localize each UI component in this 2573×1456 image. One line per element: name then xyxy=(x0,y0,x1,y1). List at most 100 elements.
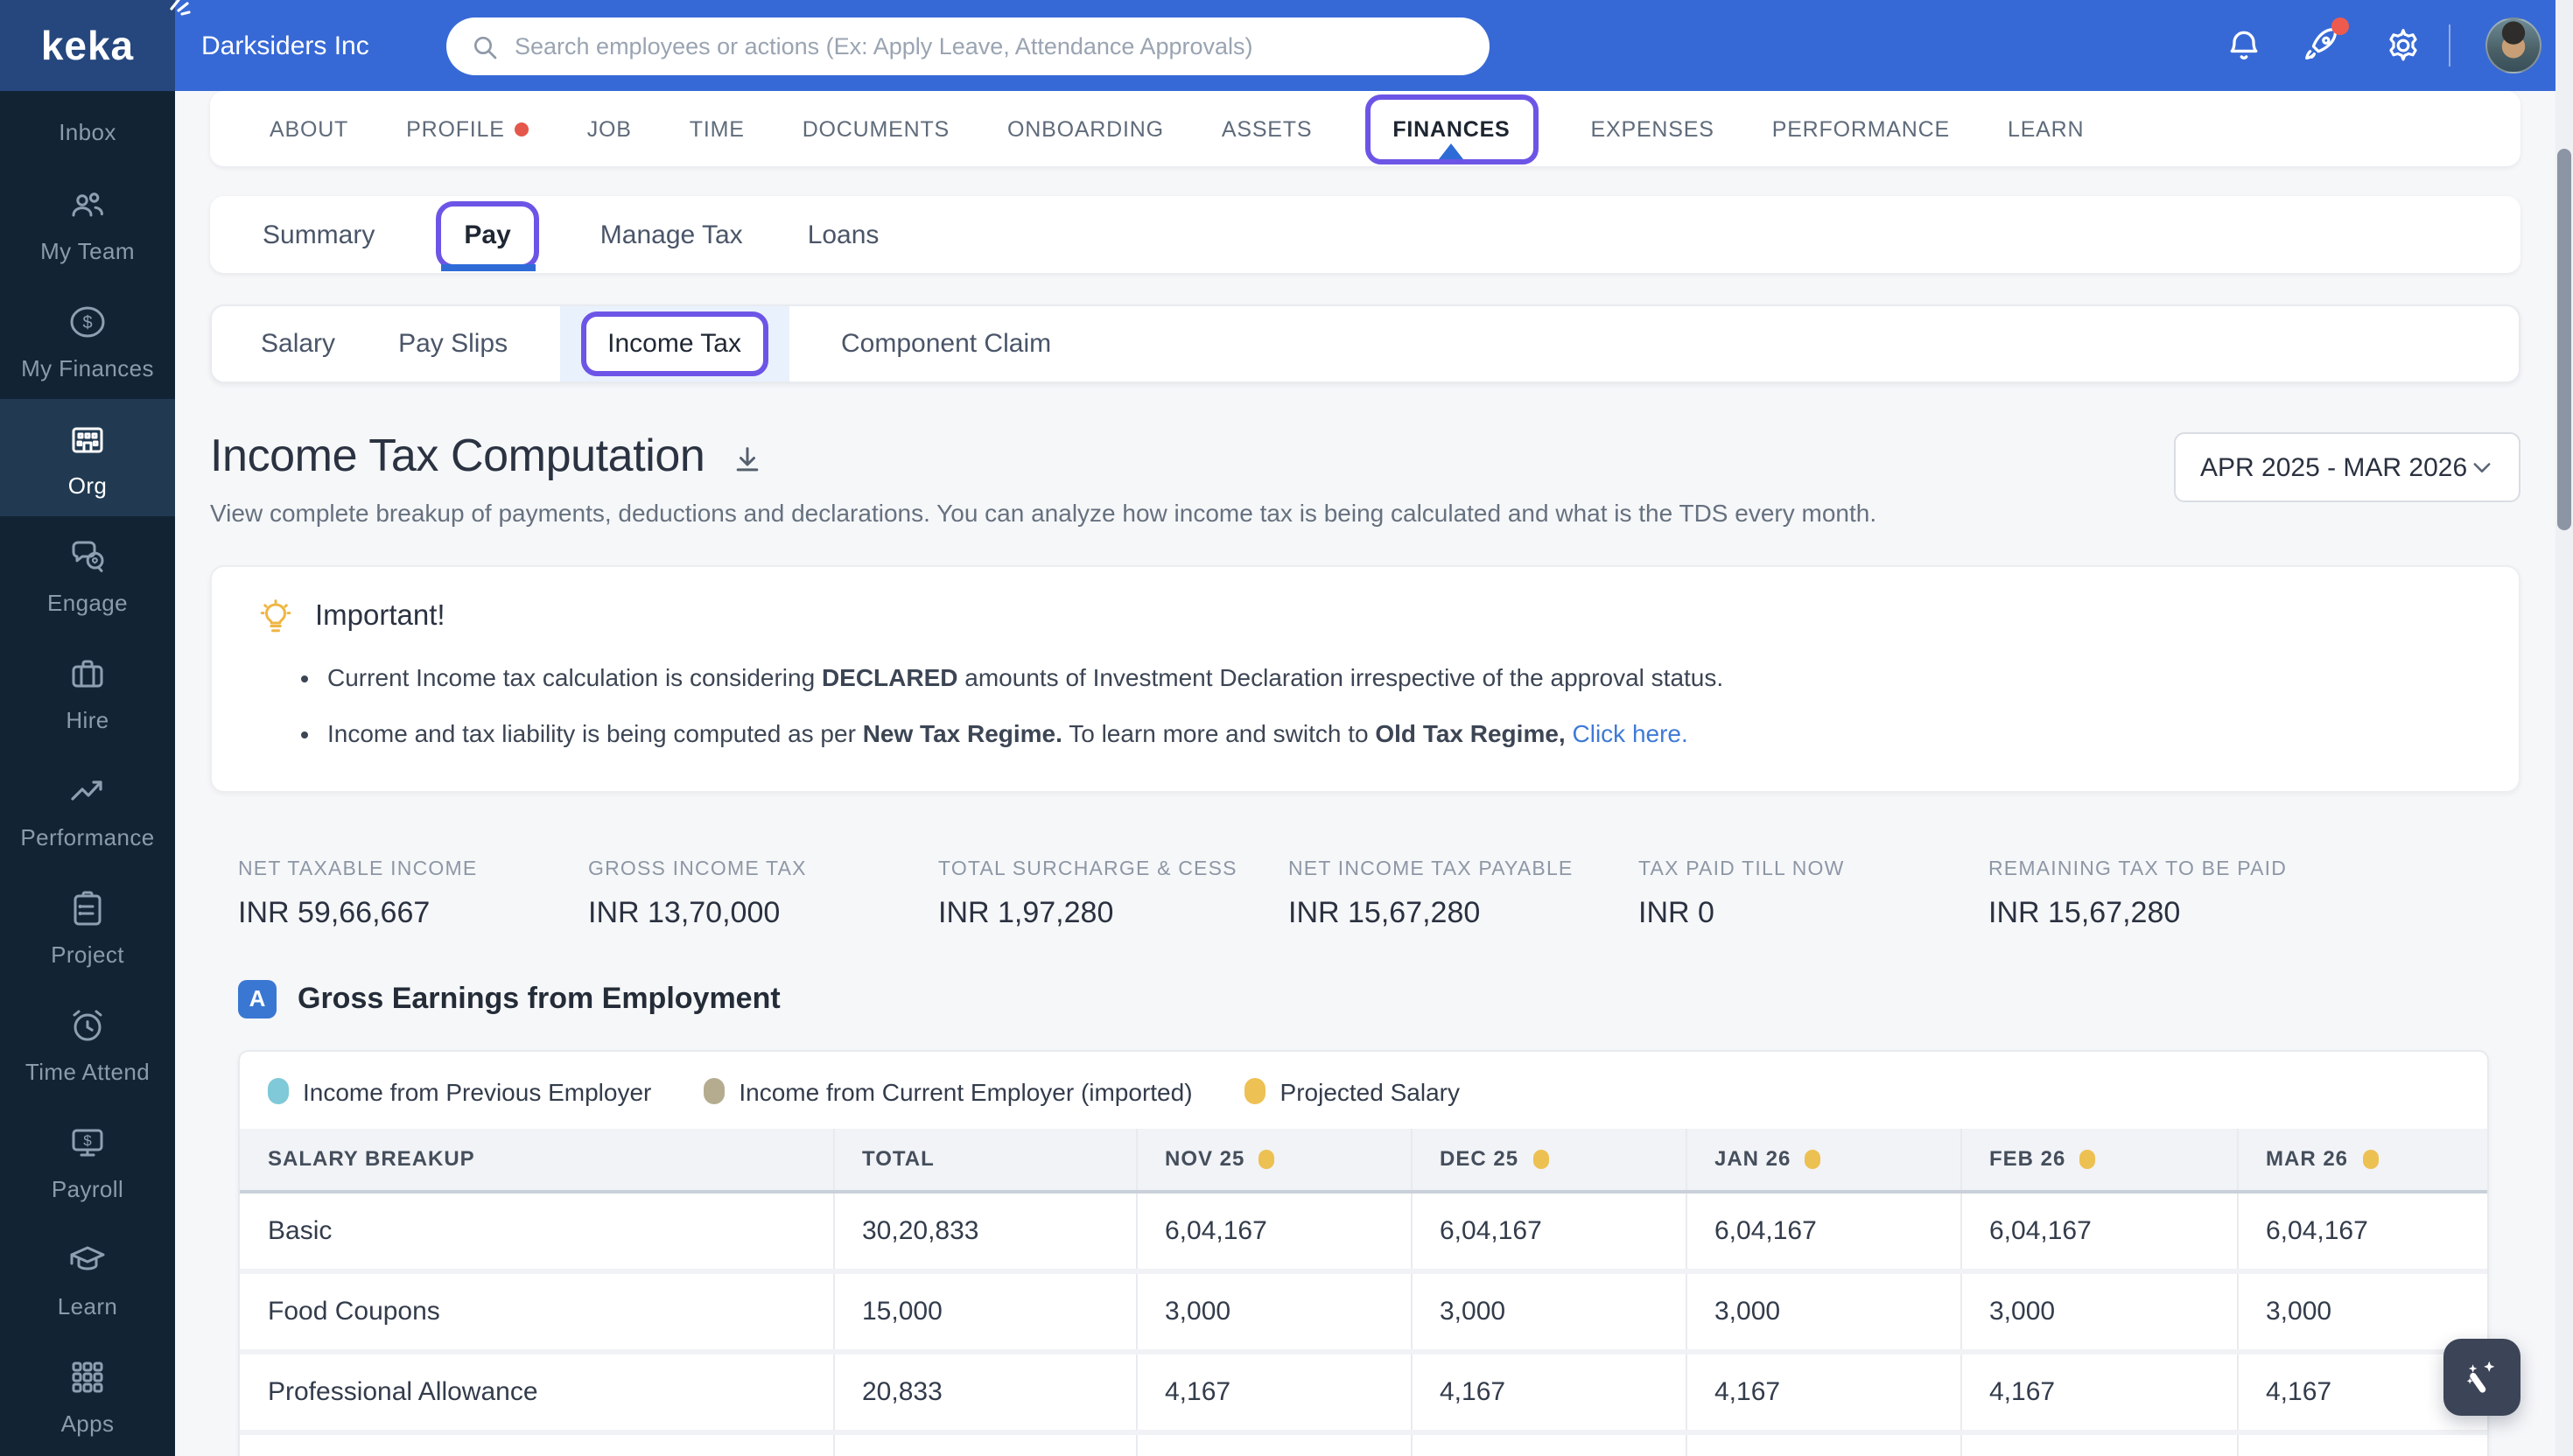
company-name: Darksiders Inc xyxy=(201,31,369,60)
salary-breakup-table: SALARY BREAKUP TOTAL NOV 25 DEC 25 JAN 2… xyxy=(240,1128,2487,1456)
col-total: TOTAL xyxy=(832,1128,1136,1194)
sidebar-item-org[interactable]: Org xyxy=(0,399,175,516)
stat-net-income-tax-payable: NET INCOME TAX PAYABLE INR 15,67,280 xyxy=(1288,858,1574,929)
search-input[interactable] xyxy=(515,33,1465,60)
stat-remaining-tax: REMAINING TAX TO BE PAID INR 15,67,280 xyxy=(1988,858,2288,929)
tab-summary[interactable]: Summary xyxy=(263,220,375,249)
user-avatar[interactable] xyxy=(2485,18,2541,74)
projected-dot xyxy=(2079,1150,2096,1170)
tab-pay[interactable]: Pay xyxy=(436,200,539,269)
app-window: Darksiders Inc keka Inbox My Team xyxy=(0,0,2573,1456)
notice-title: Important! xyxy=(315,600,445,632)
tab-performance[interactable]: PERFORMANCE xyxy=(1772,116,1950,141)
bell-icon xyxy=(2230,31,2258,60)
scrollbar-thumb[interactable] xyxy=(2557,149,2571,530)
table-row-food-coupons: Food Coupons 15,000 3,000 3,000 3,000 3,… xyxy=(240,1269,2487,1353)
sidebar-item-engage[interactable]: Engage xyxy=(0,516,175,634)
tab-income-tax[interactable]: Income Tax xyxy=(560,306,789,382)
sidebar-item-inbox[interactable]: Inbox xyxy=(0,98,175,164)
table-row-partial xyxy=(240,1430,2487,1456)
notifications-button[interactable] xyxy=(2221,23,2267,68)
sidebar-item-performance[interactable]: Performance xyxy=(0,751,175,868)
legend-current-employer: Income from Current Employer (imported) xyxy=(704,1077,1193,1105)
tab-salary[interactable]: Salary xyxy=(261,329,335,359)
org-building-icon xyxy=(72,426,103,452)
stat-total-surcharge-cess: TOTAL SURCHARGE & CESS INR 1,97,280 xyxy=(938,858,1237,929)
ai-assistant-button[interactable] xyxy=(2443,1339,2520,1416)
notice-bullet-1: Current Income tax calculation is consid… xyxy=(327,660,2473,696)
keka-logo[interactable]: keka xyxy=(0,0,191,91)
tab-job[interactable]: JOB xyxy=(587,116,632,141)
sidebar-item-payroll[interactable]: $ Payroll xyxy=(0,1102,175,1220)
col-feb-26: FEB 26 xyxy=(1960,1128,2237,1194)
tab-component-claim[interactable]: Component Claim xyxy=(841,329,1051,359)
tab-expenses[interactable]: EXPENSES xyxy=(1591,116,1714,141)
col-dec-25: DEC 25 xyxy=(1410,1128,1686,1194)
whats-new-button[interactable] xyxy=(2298,18,2349,68)
tab-manage-tax[interactable]: Manage Tax xyxy=(600,220,743,249)
tab-learn[interactable]: LEARN xyxy=(2008,116,2084,141)
section-badge: A xyxy=(238,979,277,1018)
tab-about[interactable]: ABOUT xyxy=(270,116,348,141)
magic-wand-icon xyxy=(2466,1361,2495,1393)
briefcase-icon xyxy=(72,659,103,687)
legend-projected-salary: Projected Salary xyxy=(1244,1077,1460,1105)
tab-loans[interactable]: Loans xyxy=(808,220,880,249)
tax-summary-stats: NET TAXABLE INCOME INR 59,66,667 GROSS IN… xyxy=(210,858,2520,930)
tab-finances[interactable]: FINANCES xyxy=(1364,94,1539,164)
payroll-monitor-icon: $ xyxy=(72,1128,103,1156)
stat-gross-income-tax: GROSS INCOME TAX INR 13,70,000 xyxy=(588,858,807,929)
svg-text:$: $ xyxy=(83,1131,92,1148)
graduation-cap-icon xyxy=(70,1245,105,1270)
tab-profile[interactable]: PROFILE xyxy=(406,116,529,141)
main-content: ABOUT PROFILE JOB TIME DOCUMENTS ONBOARD… xyxy=(175,91,2555,1456)
scrollbar-track[interactable] xyxy=(2555,0,2573,1456)
stat-net-taxable-income: NET TAXABLE INCOME INR 59,66,667 xyxy=(238,858,478,929)
salary-breakup-card: Income from Previous Employer Income fro… xyxy=(238,1049,2489,1456)
lightbulb-icon xyxy=(260,599,291,633)
col-salary-breakup: SALARY BREAKUP xyxy=(240,1128,833,1194)
tab-documents[interactable]: DOCUMENTS xyxy=(803,116,950,141)
sidebar-item-apps[interactable]: Apps xyxy=(0,1337,175,1454)
tab-assets[interactable]: ASSETS xyxy=(1222,116,1312,141)
apps-grid-icon xyxy=(72,1361,103,1392)
profile-alert-dot xyxy=(515,122,529,136)
team-icon xyxy=(72,192,103,216)
tab-onboarding[interactable]: ONBOARDING xyxy=(1007,116,1164,141)
logo-sparks-icon xyxy=(170,0,191,16)
trend-icon xyxy=(71,780,102,800)
col-mar-26: MAR 26 xyxy=(2236,1128,2487,1194)
settings-button[interactable] xyxy=(2380,23,2426,68)
sidebar-item-project[interactable]: Project xyxy=(0,868,175,985)
topbar-divider xyxy=(2449,24,2450,66)
col-nov-25: NOV 25 xyxy=(1135,1128,1411,1194)
page-title: Income Tax Computation xyxy=(210,429,705,481)
tab-time[interactable]: TIME xyxy=(690,116,745,141)
stat-tax-paid-till-now: TAX PAID TILL NOW INR 0 xyxy=(1638,858,1845,929)
employee-nav-tabs: ABOUT PROFILE JOB TIME DOCUMENTS ONBOARD… xyxy=(210,91,2520,166)
sidebar-item-my-team[interactable]: My Team xyxy=(0,164,175,282)
finances-sub-tabs: Summary Pay Manage Tax Loans xyxy=(210,196,2520,273)
sidebar-item-hire[interactable]: Hire xyxy=(0,634,175,751)
notice-bullet-2: Income and tax liability is being comput… xyxy=(327,717,2473,752)
tab-pay-slips[interactable]: Pay Slips xyxy=(398,329,508,359)
sidebar-item-my-finances[interactable]: $ My Finances xyxy=(0,282,175,399)
download-icon xyxy=(736,446,758,471)
table-row-professional-allowance: Professional Allowance 20,833 4,167 4,16… xyxy=(240,1349,2487,1433)
sidebar-item-time-attend[interactable]: Time Attend xyxy=(0,985,175,1102)
global-search[interactable] xyxy=(446,18,1490,75)
table-header-row: SALARY BREAKUP TOTAL NOV 25 DEC 25 JAN 2… xyxy=(240,1128,2487,1194)
projected-dot xyxy=(1532,1150,1549,1170)
dollar-circle-icon: $ xyxy=(70,305,105,337)
page-header: Income Tax Computation View complete bre… xyxy=(210,429,2520,527)
sidebar: Inbox My Team $ My Finances Org Engage H… xyxy=(0,0,175,1456)
col-jan-26: JAN 26 xyxy=(1685,1128,1960,1194)
download-button[interactable] xyxy=(729,442,764,477)
legend-dot-tan xyxy=(704,1078,726,1105)
click-here-link[interactable]: Click here. xyxy=(1573,720,1688,748)
projected-dot xyxy=(1805,1150,1821,1170)
sidebar-item-learn[interactable]: Learn xyxy=(0,1220,175,1337)
projected-dot xyxy=(1258,1150,1275,1170)
financial-year-select[interactable]: APR 2025 - MAR 2026 xyxy=(2174,432,2520,502)
pay-tabs: Salary Pay Slips Income Tax Component Cl… xyxy=(210,304,2520,383)
